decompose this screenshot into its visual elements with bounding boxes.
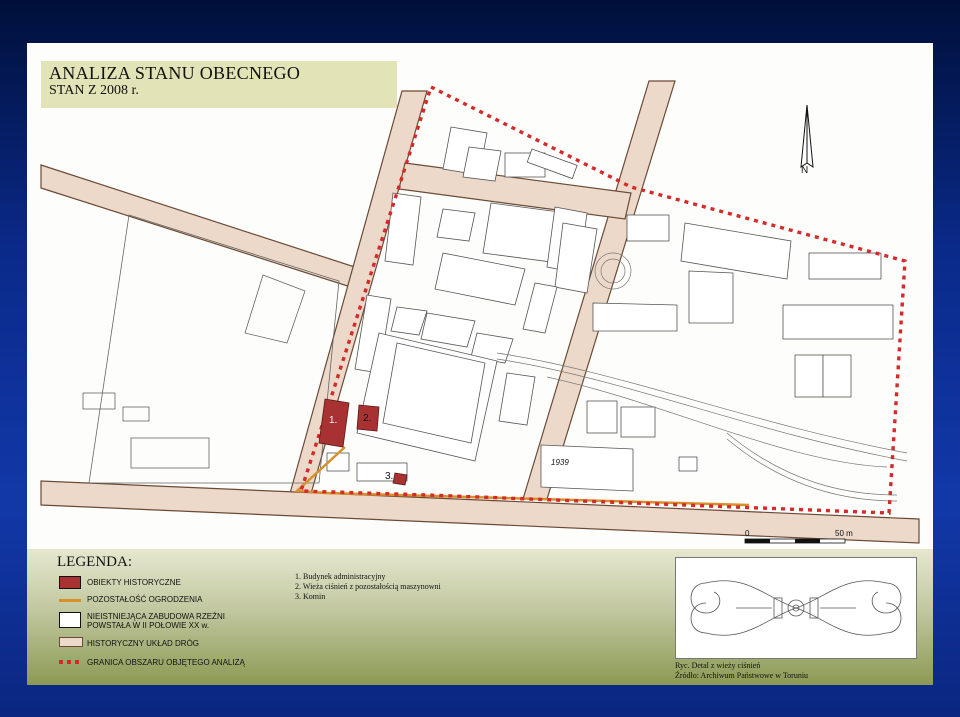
scale-bar — [744, 538, 846, 544]
legend-heading: LEGENDA: — [57, 554, 132, 570]
former-buildings-swatch — [59, 612, 81, 628]
legend-label: OBIEKTY HISTORYCZNE — [87, 578, 181, 587]
map-label-2: 2. — [363, 413, 372, 424]
note-item: 1. Budynek administracyjny — [295, 572, 386, 581]
map-label-year: 1939 — [551, 458, 569, 467]
north-arrow: N — [799, 104, 815, 190]
boundary-swatch — [59, 660, 81, 664]
legend-label: NIEISTNIEJĄCA ZABUDOWA RZEŹNI POWSTAŁA W… — [87, 612, 225, 630]
note-item: 3. Komin — [295, 592, 326, 601]
page-subtitle: STAN Z 2008 r. — [49, 83, 139, 98]
map-label-1: 1. — [329, 415, 338, 426]
caption-source: Źródło: Archiwum Państwowe w Toruniu — [675, 671, 809, 680]
ornament-drawing — [690, 580, 902, 636]
legend-label: HISTORYCZNY UKŁAD DRÓG — [87, 639, 200, 648]
map-label-3: 3. — [385, 471, 394, 482]
caption-line: Ryc. Detal z wieży ciśnień — [675, 661, 761, 670]
road-diagonal-west — [40, 164, 368, 290]
detail-drawing — [675, 557, 917, 659]
historic-chimney — [392, 472, 408, 486]
north-label: N — [801, 165, 809, 176]
legend-label: GRANICA OBSZARU OBJĘTEGO ANALIZĄ — [87, 658, 245, 667]
historic-objects-swatch — [59, 576, 81, 589]
scale-end-label: 50 m — [835, 529, 853, 538]
roads-swatch — [59, 637, 83, 647]
road-bottom-street — [40, 480, 920, 544]
legend-label: POZOSTAŁOŚĆ OGRODZENIA — [87, 595, 203, 604]
note-item: 2. Wieża ciśnień z pozostałością maszyno… — [295, 582, 441, 591]
slide: ANALIZA STANU OBECNEGO STAN Z 2008 r. N … — [27, 43, 933, 685]
page-title: ANALIZA STANU OBECNEGO — [49, 63, 301, 83]
fence-line-swatch — [59, 599, 81, 602]
scale-start-label: 0 — [745, 529, 750, 538]
